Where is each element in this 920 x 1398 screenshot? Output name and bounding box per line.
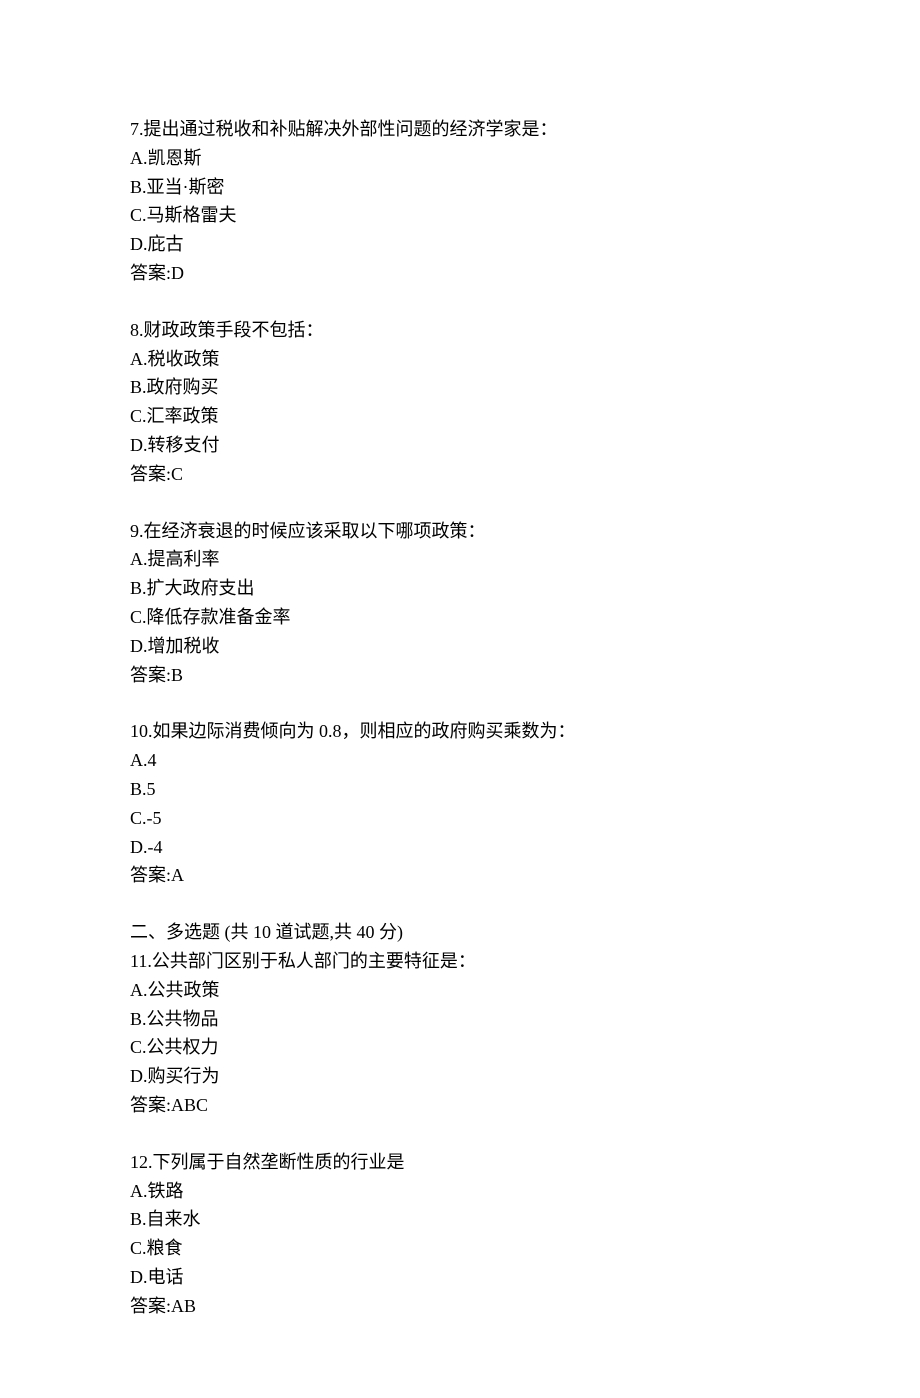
option-d: D.增加税收	[130, 632, 790, 661]
option-c: C.公共权力	[130, 1033, 790, 1062]
option-a: A.铁路	[130, 1177, 790, 1206]
question-block: 9.在经济衰退的时候应该采取以下哪项政策：A.提高利率B.扩大政府支出C.降低存…	[130, 517, 790, 690]
answer-line: 答案:ABC	[130, 1091, 790, 1120]
option-d: D.转移支付	[130, 431, 790, 460]
question-block: 7.提出通过税收和补贴解决外部性问题的经济学家是：A.凯恩斯B.亚当·斯密C.马…	[130, 115, 790, 288]
question-block: 10.如果边际消费倾向为 0.8，则相应的政府购买乘数为：A.4B.5C.-5D…	[130, 717, 790, 890]
option-d: D.庇古	[130, 230, 790, 259]
question-text: 9.在经济衰退的时候应该采取以下哪项政策：	[130, 517, 790, 546]
option-a: A.4	[130, 746, 790, 775]
question-text: 10.如果边际消费倾向为 0.8，则相应的政府购买乘数为：	[130, 717, 790, 746]
option-c: C.粮食	[130, 1234, 790, 1263]
option-a: A.提高利率	[130, 545, 790, 574]
option-b: B.公共物品	[130, 1005, 790, 1034]
option-b: B.5	[130, 775, 790, 804]
question-text: 8.财政政策手段不包括：	[130, 316, 790, 345]
answer-line: 答案:D	[130, 259, 790, 288]
option-b: B.扩大政府支出	[130, 574, 790, 603]
option-b: B.政府购买	[130, 373, 790, 402]
option-a: A.凯恩斯	[130, 144, 790, 173]
option-b: B.亚当·斯密	[130, 173, 790, 202]
option-c: C.汇率政策	[130, 402, 790, 431]
option-a: A.税收政策	[130, 345, 790, 374]
question-block: 12.下列属于自然垄断性质的行业是A.铁路B.自来水C.粮食D.电话答案:AB	[130, 1148, 790, 1321]
section-header: 二、多选题 (共 10 道试题,共 40 分)	[130, 918, 790, 947]
option-a: A.公共政策	[130, 976, 790, 1005]
option-d: D.电话	[130, 1263, 790, 1292]
question-text: 12.下列属于自然垄断性质的行业是	[130, 1148, 790, 1177]
answer-line: 答案:C	[130, 460, 790, 489]
option-d: D.购买行为	[130, 1062, 790, 1091]
answer-line: 答案:A	[130, 861, 790, 890]
option-d: D.-4	[130, 833, 790, 862]
option-c: C.马斯格雷夫	[130, 201, 790, 230]
question-block: 8.财政政策手段不包括：A.税收政策B.政府购买C.汇率政策D.转移支付答案:C	[130, 316, 790, 489]
option-c: C.降低存款准备金率	[130, 603, 790, 632]
option-b: B.自来水	[130, 1205, 790, 1234]
option-c: C.-5	[130, 804, 790, 833]
answer-line: 答案:B	[130, 661, 790, 690]
answer-line: 答案:AB	[130, 1292, 790, 1321]
question-text: 7.提出通过税收和补贴解决外部性问题的经济学家是：	[130, 115, 790, 144]
question-text: 11.公共部门区别于私人部门的主要特征是：	[130, 947, 790, 976]
